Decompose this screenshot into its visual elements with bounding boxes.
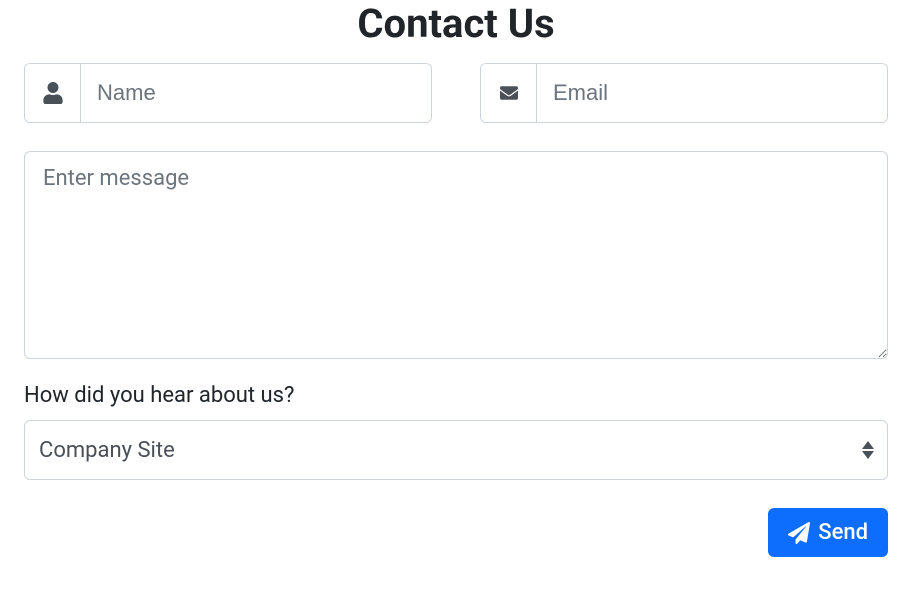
name-input-group	[24, 63, 432, 123]
message-textarea[interactable]	[24, 151, 888, 359]
email-input-group	[480, 63, 888, 123]
user-icon	[25, 64, 81, 122]
paper-plane-icon	[788, 522, 810, 544]
send-button-label: Send	[818, 520, 868, 545]
page-title: Contact Us	[24, 0, 888, 47]
name-input[interactable]	[81, 64, 431, 122]
source-label: How did you hear about us?	[24, 383, 888, 408]
email-input[interactable]	[537, 64, 887, 122]
source-select[interactable]: Company Site	[24, 420, 888, 480]
send-button[interactable]: Send	[768, 508, 888, 557]
envelope-icon	[481, 64, 537, 122]
